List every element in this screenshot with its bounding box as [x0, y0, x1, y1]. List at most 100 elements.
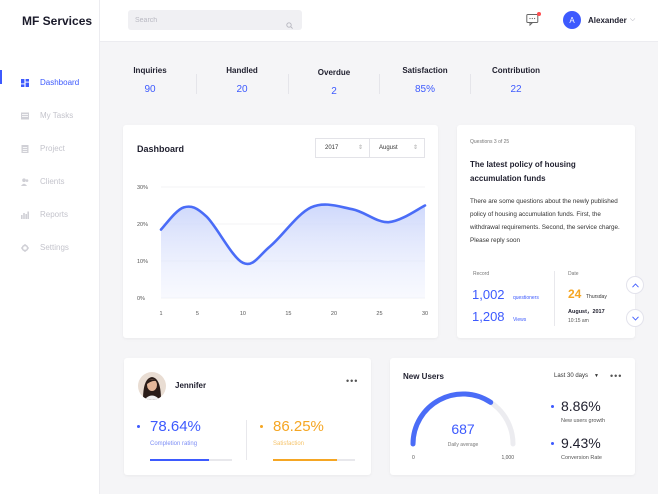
y-tick-label: 30% — [137, 185, 148, 191]
question-card: Questions 3 of 25 The latest policy of h… — [457, 125, 635, 338]
x-tick-label: 5 — [196, 311, 199, 317]
bullet — [137, 425, 140, 428]
y-tick-label: 10% — [137, 259, 148, 265]
satisfaction-metric: 86.25% Satisfaction — [273, 418, 324, 447]
bullet — [551, 405, 554, 408]
stat-value: 2 — [331, 86, 337, 97]
notification-dot — [537, 12, 541, 16]
sidebar-item-label: Reports — [40, 210, 69, 219]
x-tick-label: 20 — [331, 311, 337, 317]
date-label: Date — [568, 271, 579, 277]
tasks-icon — [21, 112, 29, 120]
project-icon — [21, 144, 29, 153]
more-options-icon[interactable]: ••• — [346, 376, 358, 386]
x-tick-label: 30 — [422, 311, 428, 317]
stat-label: Satisfaction — [402, 66, 448, 75]
questioners-label: questioners — [513, 295, 539, 301]
more-options-icon[interactable]: ••• — [610, 371, 622, 381]
chart-area-fill — [161, 204, 425, 298]
satisfaction-label: Satisfaction — [273, 441, 305, 447]
clients-icon — [21, 177, 29, 186]
user-name[interactable]: Alexander — [588, 16, 627, 25]
stat-label: Contribution — [492, 66, 540, 75]
satisfaction-progress-bar — [273, 459, 355, 461]
search-input[interactable] — [128, 10, 278, 30]
new-users-card: New Users Last 30 days ▼ ••• 687 Daily a… — [390, 358, 635, 475]
views-count: 1,208 — [472, 309, 505, 324]
stat-overdue: Overdue 2 — [288, 68, 380, 97]
bullet — [551, 442, 554, 445]
date-weekday: Thursday — [586, 294, 607, 300]
satisfaction-progress-fill — [273, 459, 337, 461]
date-range-select[interactable]: Last 30 days — [554, 373, 588, 379]
stat-label: Overdue — [317, 68, 351, 77]
stat-value: 22 — [510, 84, 522, 95]
reports-icon — [21, 211, 29, 219]
settings-icon — [21, 243, 29, 252]
dashboard-icon — [21, 78, 29, 87]
stat-label: Inquiries — [133, 66, 167, 75]
stat-label: Handled — [226, 66, 258, 75]
divider — [246, 420, 247, 460]
stat-handled: Handled 20 — [196, 66, 288, 95]
top-bar: A Alexander ⌵ — [100, 0, 658, 42]
growth-metric: 8.86% New users growth — [561, 398, 605, 424]
chevron-down-icon — [631, 315, 639, 321]
sidebar-item-dashboard[interactable]: Dashboard — [0, 66, 100, 99]
bullet — [260, 425, 263, 428]
satisfaction-value: 86.25% — [273, 418, 324, 435]
question-title: The latest policy of housing accumulatio… — [470, 160, 576, 183]
conversion-label: Conversion Rate — [561, 455, 602, 461]
stats-row: Inquiries 90 Handled 20 Overdue 2 Satisf… — [100, 42, 658, 112]
y-tick-label: 20% — [137, 222, 148, 228]
previous-question-button[interactable] — [626, 276, 644, 294]
sidebar-item-label: Clients — [40, 177, 65, 186]
stat-contribution: Contribution 22 — [470, 66, 562, 95]
search-icon[interactable] — [286, 16, 293, 29]
completion-progress-bar — [150, 459, 232, 461]
x-tick-label: 25 — [376, 311, 382, 317]
sidebar-item-label: My Tasks — [40, 111, 74, 120]
chevron-up-icon — [631, 282, 639, 288]
question-counter: Questions 3 of 25 — [470, 139, 510, 145]
gauge-value: 687 — [451, 421, 475, 437]
chevron-down-icon[interactable]: ⌵ — [630, 16, 635, 24]
sidebar-item-label: Dashboard — [40, 78, 80, 87]
sidebar-item-label: Settings — [40, 243, 69, 252]
x-tick-label: 15 — [285, 311, 291, 317]
questioners-count: 1,002 — [472, 287, 505, 302]
date-day: 24 — [568, 287, 582, 301]
stat-value: 20 — [236, 84, 248, 95]
gauge-label: Daily average — [448, 442, 479, 448]
sidebar: MF Services Dashboard My Tasks Project C… — [0, 0, 100, 494]
sidebar-item-label: Project — [40, 144, 65, 153]
sidebar-item-project[interactable]: Project — [0, 132, 100, 165]
gauge-min: 0 — [412, 455, 415, 461]
dashboard-card: Dashboard 2017 ⇕ August ⇕ 30% 20% 10% 0% 1 5 1… — [123, 125, 438, 338]
views-label: Views — [513, 317, 527, 323]
dashboard-chart: 30%20%10%0%1 5 10 15 20 25 30 — [137, 185, 428, 317]
stat-value: 90 — [144, 84, 156, 95]
x-tick-label: 10 — [240, 311, 246, 317]
sidebar-item-my-tasks[interactable]: My Tasks — [0, 99, 100, 132]
completion-metric: 78.64% Completion rating — [150, 418, 201, 447]
caret-down-icon[interactable]: ▼ — [594, 373, 599, 379]
completion-label: Completion rating — [150, 441, 198, 447]
stat-value: 85% — [414, 84, 435, 95]
gauge-max: 1,000 — [501, 455, 514, 461]
stat-inquiries: Inquiries 90 — [104, 66, 196, 95]
sidebar-nav: Dashboard My Tasks Project Clients Repor… — [0, 66, 100, 264]
growth-value: 8.86% — [561, 398, 601, 414]
sidebar-item-settings[interactable]: Settings — [0, 231, 100, 264]
sidebar-item-reports[interactable]: Reports — [0, 198, 100, 231]
app-logo: MF Services — [22, 14, 93, 28]
next-question-button[interactable] — [626, 309, 644, 327]
daily-average-gauge: 687 Daily average 0 1,000 — [410, 391, 516, 461]
completion-value: 78.64% — [150, 418, 201, 435]
sidebar-item-clients[interactable]: Clients — [0, 165, 100, 198]
user-avatar[interactable]: A — [563, 11, 581, 29]
growth-label: New users growth — [561, 418, 606, 424]
employee-card: Jennifer ••• 78.64% Completion rating 86… — [124, 358, 371, 475]
avatar[interactable] — [138, 372, 166, 400]
search-box — [128, 10, 302, 30]
